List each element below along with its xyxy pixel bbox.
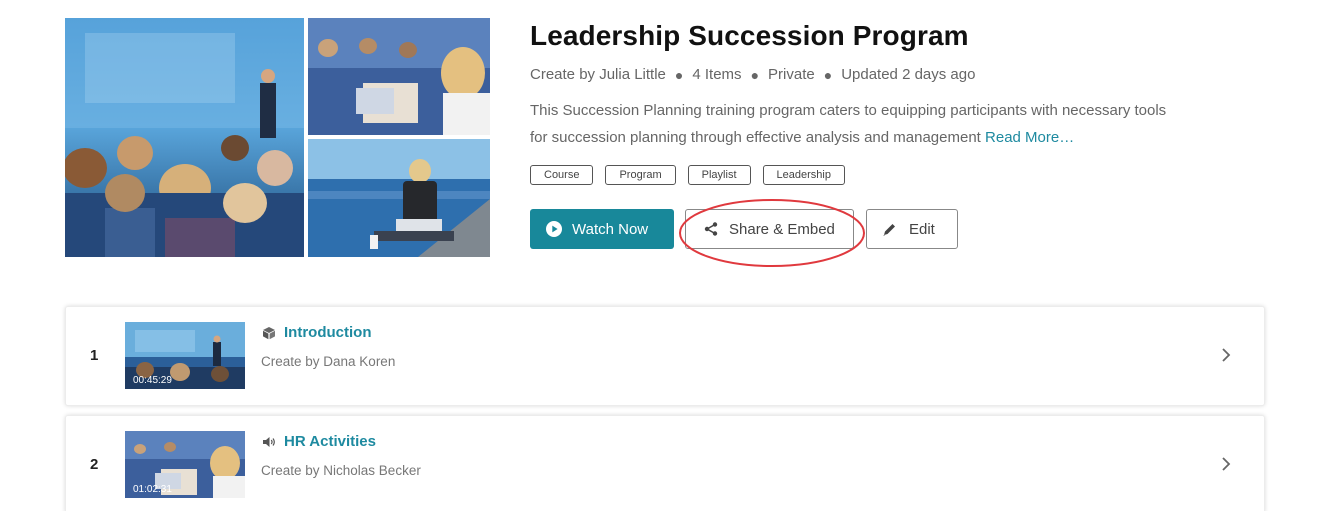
program-title: Leadership Succession Program: [530, 20, 969, 51]
edit-button[interactable]: Edit: [866, 209, 958, 249]
item-creator: Create by Nicholas Becker: [261, 463, 421, 478]
chevron-right-icon[interactable]: [1220, 456, 1232, 472]
share-embed-button[interactable]: Share & Embed: [685, 209, 854, 249]
item-number: 1: [90, 347, 99, 364]
program-description: This Succession Planning training progra…: [530, 97, 1180, 151]
meta-separator: ●: [674, 66, 684, 83]
program-item[interactable]: 1 00:45:29 Introduction Create by Dana K…: [65, 306, 1265, 406]
program-meta: Create by Julia Little ● 4 Items ● Priva…: [530, 66, 975, 83]
program-item-count: 4 Items: [692, 66, 742, 83]
program-visibility: Private: [768, 66, 815, 83]
tag-course[interactable]: Course: [530, 165, 594, 185]
watch-now-label: Watch Now: [572, 220, 649, 238]
item-thumbnail[interactable]: 01:02:31: [125, 431, 245, 498]
item-title-link[interactable]: HR Activities: [284, 433, 376, 450]
item-duration: 01:02:31: [133, 484, 172, 495]
woman-with-tablet-image: [308, 139, 490, 257]
chevron-right-icon[interactable]: [1220, 347, 1232, 363]
tag-program[interactable]: Program: [605, 165, 676, 185]
tag-list: Course Program Playlist Leadership: [530, 165, 845, 185]
program-updated: Updated 2 days ago: [841, 66, 976, 83]
cube-icon: [263, 327, 275, 340]
conference-audience-image: [65, 18, 304, 257]
share-embed-label: Share & Embed: [729, 220, 835, 238]
meta-separator: ●: [750, 66, 760, 83]
speaker-icon: [263, 437, 275, 447]
play-circle-icon: [546, 221, 562, 237]
tag-leadership[interactable]: Leadership: [762, 165, 845, 185]
item-title-link[interactable]: Introduction: [284, 324, 371, 341]
item-thumbnail[interactable]: 00:45:29: [125, 322, 245, 389]
share-icon: [704, 222, 718, 236]
item-number: 2: [90, 456, 99, 473]
read-more-link[interactable]: Read More…: [985, 129, 1074, 146]
meta-separator: ●: [823, 66, 833, 83]
program-item[interactable]: 2 01:02:31 HR Activities Create by Nicho…: [65, 415, 1265, 511]
edit-label: Edit: [909, 220, 935, 238]
tag-playlist[interactable]: Playlist: [687, 165, 751, 185]
program-creator: Create by Julia Little: [530, 66, 666, 83]
watch-now-button[interactable]: Watch Now: [530, 209, 674, 249]
presenter-laptop-image: [308, 18, 490, 135]
program-cover-collage: [65, 18, 490, 257]
pencil-icon: [883, 223, 895, 236]
item-duration: 00:45:29: [133, 375, 172, 386]
item-creator: Create by Dana Koren: [261, 354, 396, 369]
